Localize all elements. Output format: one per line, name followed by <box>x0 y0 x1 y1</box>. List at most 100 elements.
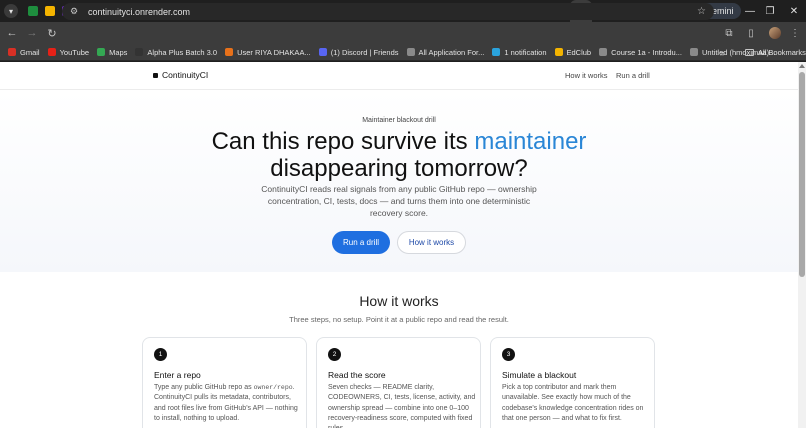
how-it-works-button[interactable]: How it works <box>397 231 466 254</box>
arrow-right-icon: → <box>26 27 38 39</box>
bookmark-label: Gmail <box>20 47 40 57</box>
bookmark-favicon-icon <box>689 48 698 56</box>
bookmarks-overflow-button[interactable]: » <box>720 44 725 61</box>
page-scrollbar[interactable] <box>798 62 806 428</box>
browser-tab[interactable] <box>41 0 58 22</box>
bookmark-item[interactable]: All Application For... <box>403 44 489 61</box>
brand-logo[interactable]: ContinuityCI <box>153 70 208 80</box>
hero-title-accent: maintainer <box>474 128 587 155</box>
bookmark-favicon-icon <box>599 48 608 56</box>
bookmark-item[interactable]: (1) Discord | Friends <box>315 44 403 61</box>
step-number-badge: 3 <box>502 348 515 361</box>
bookmark-label: 1 notification <box>504 47 547 57</box>
step-description: Pick a top contributor and mark them una… <box>502 384 644 422</box>
hero-section: Maintainer blackout drill Can this repo … <box>0 91 798 272</box>
browser-toolbar: ← → ↻ <box>0 22 806 44</box>
bookmark-favicon-icon <box>318 48 327 56</box>
bookmark-item[interactable]: EdClub <box>551 44 596 61</box>
bookmark-item[interactable]: User RIYA DHAKAA... <box>221 44 315 61</box>
how-it-works-subtitle: Three steps, no setup. Point it at a pub… <box>289 315 509 324</box>
nav-link-how-it-works[interactable]: How it works <box>565 71 608 80</box>
how-it-works-heading: How it works <box>359 293 439 309</box>
browser-tab[interactable] <box>24 0 41 22</box>
folder-icon <box>745 49 754 56</box>
bookmark-label: EdClub <box>566 47 592 57</box>
bookmark-item[interactable]: Gmail <box>4 44 44 61</box>
bookmark-favicon-icon <box>8 48 16 56</box>
bookmark-favicon-icon <box>554 48 563 56</box>
minimize-icon: — <box>745 5 755 17</box>
nav-link-run-drill[interactable]: Run a drill <box>616 71 650 80</box>
step-number-badge: 2 <box>328 348 341 361</box>
side-panel-icon: ▯ <box>748 27 754 39</box>
step-title: Read the score <box>328 370 386 380</box>
all-bookmarks-button[interactable]: All Bookmarks <box>745 44 806 61</box>
bookmarks-bar: Gmail YouTube Maps Alpha Plus Batch 3.0 User… <box>0 44 806 61</box>
scroll-up-arrow-icon[interactable] <box>799 64 805 68</box>
step-title: Enter a repo <box>154 370 201 380</box>
step-number-badge: 1 <box>154 348 167 361</box>
chevron-right-icon: » <box>720 47 726 58</box>
step-description: Type any public GitHub repo as owner/rep… <box>154 383 304 424</box>
step-card-enter-repo: 1 Enter a repo Type any public GitHub re… <box>142 337 307 428</box>
bookmark-item[interactable]: YouTube <box>44 44 93 61</box>
green-sheet-icon <box>27 6 38 16</box>
hero-title-line-2: disappearing tomorrow? <box>270 155 528 182</box>
address-bar[interactable]: ⚙ continuityci.onrender.com ☆ <box>62 3 714 20</box>
bookmark-favicon-icon <box>492 48 501 56</box>
reload-button[interactable]: ↻ <box>42 22 62 44</box>
hero-description: ContinuityCI reads real signals from any… <box>261 184 537 219</box>
hero-title-line-1: Can this repo survive its maintainer <box>0 128 798 156</box>
kebab-menu-icon: ⋮ <box>790 27 800 39</box>
browser-menu-button[interactable]: ⋮ <box>786 22 804 44</box>
bookmark-item[interactable]: Alpha Plus Batch 3.0 <box>131 44 221 61</box>
yellow-icon <box>44 6 55 16</box>
bookmark-item[interactable]: Maps <box>93 44 131 61</box>
scrollbar-thumb[interactable] <box>799 72 805 277</box>
bookmark-favicon-icon <box>406 48 415 56</box>
brand-square-icon <box>153 72 158 78</box>
hero-title-pre: Can this repo survive its <box>211 128 475 155</box>
site-info-icon[interactable]: ⚙ <box>70 6 82 17</box>
close-window-button[interactable]: ✕ <box>780 0 806 22</box>
bookmark-favicon-icon <box>135 48 144 56</box>
bookmark-item[interactable]: Course 1a - Introdu... <box>595 44 686 61</box>
reload-icon: ↻ <box>47 27 57 40</box>
close-icon: ✕ <box>789 5 799 17</box>
extensions-button[interactable]: ⧉ <box>720 22 738 44</box>
bookmark-label: Course 1a - Introdu... <box>611 47 682 57</box>
step-description-pre: Type any public GitHub repo as <box>154 384 254 391</box>
step-description: Seven checks — README clarity, CODEOWNER… <box>328 384 476 428</box>
step-title: Simulate a blackout <box>502 370 577 380</box>
bookmark-star-icon[interactable]: ☆ <box>697 6 706 17</box>
chevron-down-icon: ▾ <box>8 6 13 16</box>
bookmark-item[interactable]: 1 notification <box>488 44 550 61</box>
page-viewport: ContinuityCI How it works Run a drill Ma… <box>0 62 798 428</box>
run-drill-button[interactable]: Run a drill <box>332 231 390 254</box>
side-panel-button[interactable]: ▯ <box>742 22 760 44</box>
forward-button[interactable]: → <box>22 22 42 44</box>
back-button[interactable]: ← <box>2 22 22 44</box>
repo-format-code: owner/repo <box>253 384 293 391</box>
puzzle-icon: ⧉ <box>725 27 733 39</box>
bookmark-label: YouTube <box>59 47 90 57</box>
step-card-read-score: 2 Read the score Seven checks — README c… <box>316 337 481 428</box>
arrow-left-icon: ← <box>6 27 18 39</box>
profile-button[interactable] <box>766 22 784 44</box>
bookmark-label: All Application For... <box>418 47 485 57</box>
bookmark-label: User RIYA DHAKAA... <box>237 47 311 57</box>
step-card-simulate-blackout: 3 Simulate a blackout Pick a top contrib… <box>490 337 655 428</box>
site-header: ContinuityCI How it works Run a drill <box>0 62 798 90</box>
bookmark-label: Alpha Plus Batch 3.0 <box>147 47 218 57</box>
brand-name: ContinuityCI <box>162 70 209 80</box>
bookmark-label: (1) Discord | Friends <box>330 47 399 57</box>
hero-eyebrow: Maintainer blackout drill <box>362 117 436 124</box>
avatar <box>769 27 781 39</box>
bookmark-favicon-icon <box>47 48 56 56</box>
all-bookmarks-label: All Bookmarks <box>758 48 806 57</box>
bookmark-favicon-icon <box>97 48 106 56</box>
bookmark-favicon-icon <box>225 48 234 56</box>
url-text[interactable]: continuityci.onrender.com <box>88 7 190 17</box>
bookmark-label: Maps <box>109 47 128 57</box>
tab-search-button[interactable]: ▾ <box>4 4 18 18</box>
